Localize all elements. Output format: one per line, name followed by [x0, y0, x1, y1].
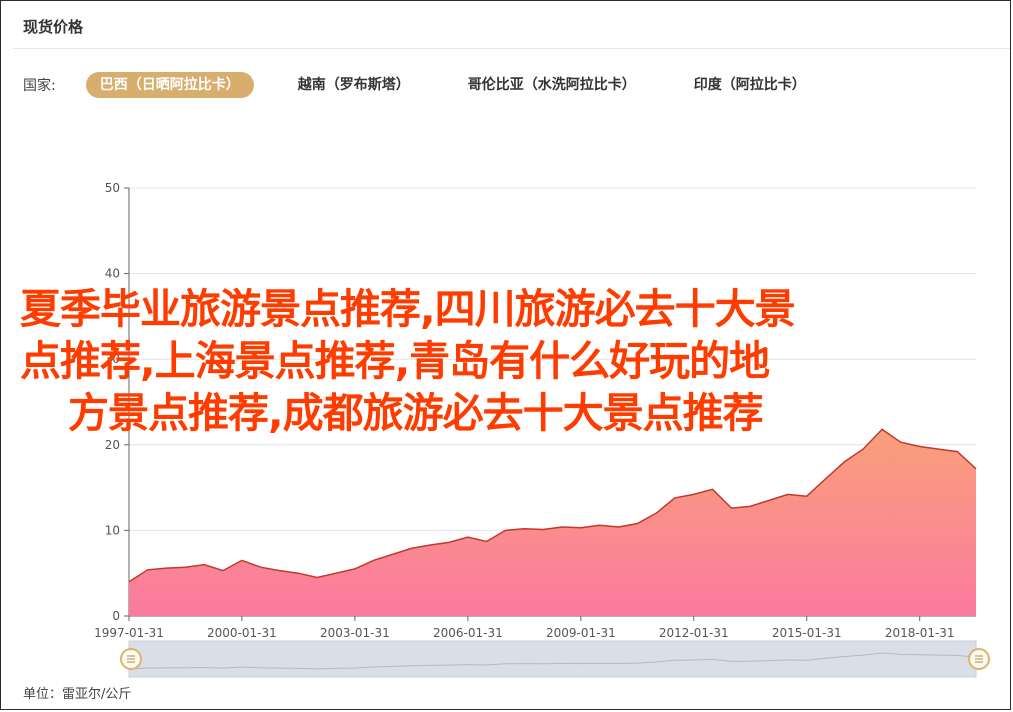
x-tick-label: 2015-01-31: [772, 626, 842, 640]
data-zoom-slider[interactable]: [120, 640, 990, 678]
price-area: [129, 429, 976, 616]
y-tick-labels: 0 10 20 30 40 50: [105, 181, 120, 623]
slider-track[interactable]: [128, 640, 977, 678]
price-chart: 0 10 20 30 40 50 1997-01-31 2000-01-31 2…: [94, 181, 990, 678]
x-tick-label: 2018-01-31: [885, 626, 955, 640]
y-tick-label: 10: [105, 523, 120, 537]
slider-handle-right[interactable]: [968, 648, 990, 670]
x-tick-label: 2012-01-31: [659, 626, 729, 640]
y-tick-label: 30: [105, 352, 120, 366]
x-tick-label: 1997-01-31: [94, 626, 164, 640]
x-tick-labels: 1997-01-31 2000-01-31 2003-01-31 2006-01…: [94, 626, 954, 640]
x-tick-label: 2003-01-31: [320, 626, 390, 640]
spot-price-panel: 现货价格 国家: 巴西（日晒阿拉比卡） 越南（罗布斯塔） 哥伦比亚（水洗阿拉比卡…: [0, 0, 1011, 710]
x-tick-label: 2000-01-31: [207, 626, 277, 640]
y-tick-label: 40: [105, 267, 120, 281]
y-tick-label: 0: [112, 609, 120, 623]
y-tick-label: 20: [105, 438, 120, 452]
x-tick-label: 2006-01-31: [433, 626, 503, 640]
y-tick-label: 50: [105, 181, 120, 195]
unit-label: 单位：雷亚尔/公斤: [23, 687, 132, 702]
x-tick-label: 2009-01-31: [546, 626, 616, 640]
slider-handle-left[interactable]: [120, 648, 142, 670]
